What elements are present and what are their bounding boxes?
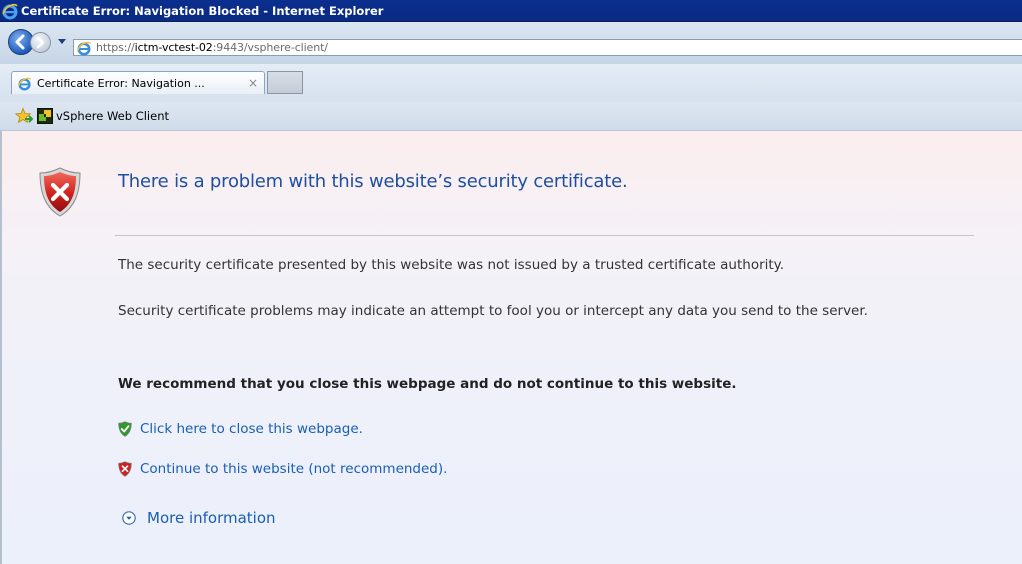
url-text[interactable]: https://ictm-vctest-02:9443/vsphere-clie… <box>96 41 328 54</box>
tab-label: Certificate Error: Navigation ... <box>37 76 205 90</box>
page-title: There is a problem with this website’s s… <box>118 171 628 192</box>
forward-button[interactable] <box>30 32 51 53</box>
green-check-shield-icon <box>118 421 132 437</box>
recent-pages-dropdown-icon[interactable] <box>56 34 68 48</box>
address-bar[interactable]: https://ictm-vctest-02:9443/vsphere-clie… <box>73 39 1022 56</box>
url-path: :9443/vsphere-client/ <box>212 41 328 54</box>
recommendation-text: We recommend that you close this webpage… <box>118 376 737 392</box>
tab-certificate-error[interactable]: Certificate Error: Navigation ... × <box>11 71 265 94</box>
close-webpage-link-text[interactable]: Click here to close this webpage. <box>140 421 363 437</box>
tab-close-icon[interactable]: × <box>248 76 258 90</box>
ie-icon <box>2 3 18 19</box>
url-scheme: https:// <box>96 41 135 54</box>
ie-tab-icon <box>17 77 32 91</box>
security-error-shield-icon <box>39 167 81 217</box>
continue-to-website-link-text[interactable]: Continue to this website (not recommende… <box>140 461 447 477</box>
favorite-label: vSphere Web Client <box>56 109 169 123</box>
close-webpage-link[interactable]: Click here to close this webpage. <box>118 421 363 437</box>
certificate-risk-message: Security certificate problems may indica… <box>118 303 868 319</box>
window-title-bar[interactable]: Certificate Error: Navigation Blocked - … <box>0 0 1022 22</box>
red-x-shield-icon <box>118 461 132 477</box>
certificate-issuer-message: The security certificate presented by th… <box>118 257 785 273</box>
forward-arrow-icon <box>36 36 45 49</box>
continue-to-website-link[interactable]: Continue to this website (not recommende… <box>118 461 447 477</box>
tab-bar: Certificate Error: Navigation ... × <box>0 64 1022 102</box>
ie-page-icon <box>76 41 91 55</box>
navigation-bar: https://ictm-vctest-02:9443/vsphere-clie… <box>0 22 1022 64</box>
more-information-text[interactable]: More information <box>147 509 276 527</box>
expand-chevron-icon <box>122 511 136 525</box>
certificate-error-page: There is a problem with this website’s s… <box>0 131 1022 564</box>
heading-divider <box>115 235 974 236</box>
favorite-vsphere-web-client[interactable]: vSphere Web Client <box>37 108 169 124</box>
more-information-toggle[interactable]: More information <box>122 509 276 527</box>
favorites-star-icon[interactable] <box>15 107 33 125</box>
vsphere-icon <box>37 108 53 124</box>
window-title: Certificate Error: Navigation Blocked - … <box>21 3 384 18</box>
favorites-bar: vSphere Web Client <box>0 102 1022 131</box>
url-host: ictm-vctest-02 <box>134 41 213 54</box>
new-tab-button[interactable] <box>267 71 303 94</box>
